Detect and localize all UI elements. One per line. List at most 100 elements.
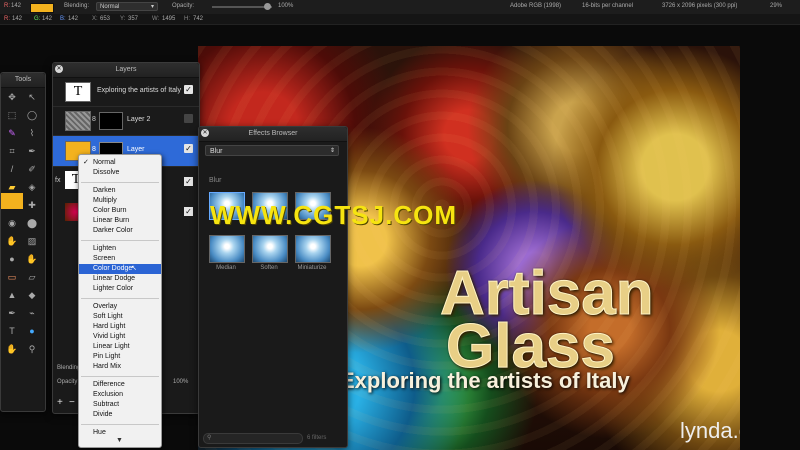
menu-item-hard-light[interactable]: Hard Light: [79, 322, 161, 332]
magic-eraser-icon[interactable]: ▱: [25, 271, 39, 283]
blend-mode-menu: ✓ Normal Dissolve Darken Multiply Color B…: [78, 154, 162, 448]
foreground-color-swatch[interactable]: [30, 3, 54, 13]
eyedropper-icon[interactable]: ✒: [25, 145, 39, 157]
menu-separator: [81, 182, 159, 183]
visibility-check-icon[interactable]: ✓: [184, 144, 193, 153]
menu-item-exclusion[interactable]: Exclusion: [79, 390, 161, 400]
marquee-tool-icon[interactable]: ⬚: [5, 109, 19, 121]
tools-title: Tools: [14, 76, 32, 83]
sponge-tool-icon[interactable]: ▨: [25, 235, 39, 247]
polygon-lasso-icon[interactable]: ⌇: [25, 127, 39, 139]
menu-item-darken[interactable]: Darken: [79, 186, 161, 196]
h-value: 742: [193, 16, 204, 22]
r-label: R:: [4, 16, 10, 22]
effects-header: ✕ Effects Browser: [199, 127, 347, 142]
menu-item-pin-light[interactable]: Pin Light: [79, 352, 161, 362]
miniaturize-filter-thumb[interactable]: [295, 235, 331, 263]
effects-title: Effects Browser: [248, 130, 298, 137]
eraser-tool-icon[interactable]: ▭: [5, 271, 19, 283]
foreground-color-chip[interactable]: [1, 193, 23, 209]
gradient-tool-icon[interactable]: ◈: [25, 181, 39, 193]
layer-name: Exploring the artists of Italy: [97, 87, 182, 94]
blending-select[interactable]: Normal ▾: [96, 2, 158, 11]
lasso-tool-icon[interactable]: ✎: [5, 127, 19, 139]
droplet-tool-icon[interactable]: ◆: [25, 289, 39, 301]
menu-item-lighten[interactable]: Lighten: [79, 244, 161, 254]
menu-item-hard-mix[interactable]: Hard Mix: [79, 362, 161, 372]
menu-item-color-dodge[interactable]: Color Dodge ↖: [79, 264, 161, 274]
menu-item-screen[interactable]: Screen: [79, 254, 161, 264]
menu-item-multiply[interactable]: Multiply: [79, 196, 161, 206]
menu-item-linear-light[interactable]: Linear Light: [79, 342, 161, 352]
paint-bucket-icon[interactable]: ▰: [5, 181, 19, 193]
blur-tool-icon[interactable]: ⬤: [25, 217, 39, 229]
opacity-slider[interactable]: [212, 6, 272, 8]
b-value: 142: [68, 16, 79, 22]
heal-tool-icon[interactable]: ✚: [25, 199, 39, 211]
layer-name: Layer 2: [127, 116, 151, 123]
layer-row-layer-2[interactable]: 8 Layer 2: [53, 107, 199, 136]
menu-item-vivid-light[interactable]: Vivid Light: [79, 332, 161, 342]
pointer-tool-icon[interactable]: ↖: [25, 91, 39, 103]
text-tool-icon[interactable]: T: [5, 325, 19, 337]
opacity-slider-knob[interactable]: [264, 3, 271, 10]
sharpen-tool-icon[interactable]: ▲: [5, 289, 19, 301]
visibility-check-icon[interactable]: [184, 114, 193, 123]
b-label: B:: [60, 16, 66, 22]
smudge-tool-icon[interactable]: ✋: [5, 235, 19, 247]
brush-tool-icon[interactable]: ✐: [25, 163, 39, 175]
coordinates-bar: R: 142 G: 142 B: 142 X: 653 Y: 357 W: 14…: [0, 14, 800, 25]
pencil-tool-icon[interactable]: /: [5, 163, 19, 175]
effects-browser-panel: ✕ Effects Browser Blur ⇕ Blur Median Sof…: [198, 126, 348, 448]
filter-search-input[interactable]: ⚲: [203, 433, 303, 444]
menu-item-darker-color[interactable]: Darker Color: [79, 226, 161, 236]
menu-item-linear-burn[interactable]: Linear Burn: [79, 216, 161, 226]
red-eye-icon[interactable]: ◉: [5, 217, 19, 229]
zoom-tool-icon[interactable]: ⚲: [25, 343, 39, 355]
scroll-down-icon[interactable]: ▼: [116, 437, 123, 444]
menu-item-linear-dodge[interactable]: Linear Dodge: [79, 274, 161, 284]
subtitle-text: Exploring the artists of Italy: [340, 368, 630, 393]
menu-item-soft-light[interactable]: Soft Light: [79, 312, 161, 322]
visibility-check-icon[interactable]: ✓: [184, 85, 193, 94]
visibility-check-icon[interactable]: ✓: [184, 177, 193, 186]
median-filter-thumb[interactable]: [209, 235, 245, 263]
menu-item-overlay[interactable]: Overlay: [79, 302, 161, 312]
category-select[interactable]: Blur ⇕: [205, 145, 339, 156]
move-tool-icon[interactable]: ✥: [5, 91, 19, 103]
dodge-tool-icon[interactable]: ●: [5, 253, 19, 265]
x-label: X:: [92, 16, 98, 22]
ellipse-marquee-icon[interactable]: ◯: [25, 109, 39, 121]
close-icon[interactable]: ✕: [201, 129, 209, 137]
shape-tool-icon[interactable]: ●: [25, 325, 39, 337]
y-label: Y:: [120, 16, 126, 22]
info-bar: R: 142 Blending: Normal ▾ Opacity: 100% A…: [0, 0, 800, 15]
w-value: 1495: [162, 16, 176, 22]
menu-item-color-burn[interactable]: Color Burn: [79, 206, 161, 216]
watermark: WWW.CGTSJ.COM: [210, 200, 457, 230]
menu-item-lighter-color[interactable]: Lighter Color: [79, 284, 161, 294]
menu-item-divide[interactable]: Divide: [79, 410, 161, 420]
crop-tool-icon[interactable]: ⌗: [5, 145, 19, 157]
hand-tool-icon[interactable]: ✋: [5, 343, 19, 355]
remove-layer-icon[interactable]: −: [69, 397, 75, 408]
soften-filter-thumb[interactable]: [252, 235, 288, 263]
menu-separator: [81, 376, 159, 377]
menu-item-dissolve[interactable]: Dissolve: [79, 168, 161, 178]
visibility-check-icon[interactable]: ✓: [184, 207, 193, 216]
menu-item-difference[interactable]: Difference: [79, 380, 161, 390]
close-icon[interactable]: ✕: [55, 65, 63, 73]
blending-label: Blending:: [64, 3, 90, 9]
tools-header: Tools: [1, 73, 45, 88]
path-tool-icon[interactable]: ⌁: [25, 307, 39, 319]
menu-item-subtract[interactable]: Subtract: [79, 400, 161, 410]
menu-item-normal[interactable]: ✓ Normal: [79, 158, 161, 168]
tool-grid: ✥ ↖ ⬚ ◯ ✎ ⌇ ⌗ ✒ / ✐ ▰ ◈ ⬟ ✚ ◉ ⬤ ✋ ▨ ● ✋ …: [1, 87, 45, 411]
search-icon: ⚲: [207, 435, 212, 441]
g-value: 142: [42, 16, 53, 22]
layer-row-text[interactable]: T Exploring the artists of Italy ✓: [53, 78, 199, 107]
filter-label-miniaturize: Miniaturize: [297, 265, 327, 271]
add-layer-icon[interactable]: +: [57, 397, 63, 408]
pen-tool-icon[interactable]: ✒: [5, 307, 19, 319]
burn-tool-icon[interactable]: ✋: [25, 253, 39, 265]
